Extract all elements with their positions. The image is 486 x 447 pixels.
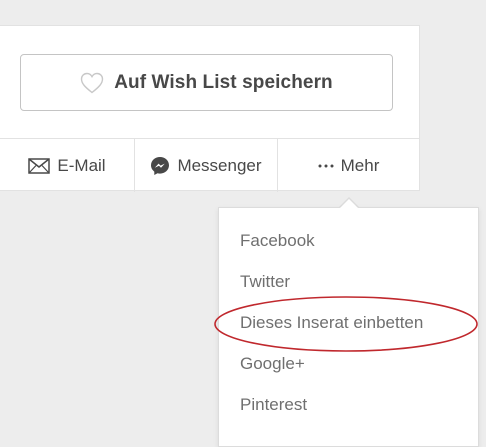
share-options-row: E-Mail Messenger Mehr: [0, 138, 419, 192]
save-to-wishlist-label: Auf Wish List speichern: [114, 71, 333, 93]
menu-item-twitter[interactable]: Twitter: [240, 270, 423, 311]
heart-outline-icon: [80, 72, 104, 94]
listing-share-card: Auf Wish List speichern E-Mail Messenger: [0, 25, 420, 192]
dropdown-caret-inner: [339, 199, 359, 209]
more-share-menu: Facebook Twitter Dieses Inserat einbette…: [240, 229, 423, 434]
menu-item-pinterest[interactable]: Pinterest: [240, 393, 423, 434]
menu-item-google-plus[interactable]: Google+: [240, 352, 423, 393]
more-share-dropdown: Facebook Twitter Dieses Inserat einbette…: [218, 207, 479, 447]
share-messenger-label: Messenger: [177, 155, 262, 175]
share-email-label: E-Mail: [57, 155, 106, 175]
envelope-icon: [28, 157, 51, 174]
share-messenger-button[interactable]: Messenger: [135, 139, 278, 192]
save-to-wishlist-button[interactable]: Auf Wish List speichern: [20, 54, 393, 111]
share-more-label: Mehr: [340, 155, 380, 175]
share-more-button[interactable]: Mehr: [278, 139, 419, 192]
ellipsis-icon: [318, 163, 334, 169]
menu-item-facebook[interactable]: Facebook: [240, 229, 423, 270]
menu-item-embed-listing[interactable]: Dieses Inserat einbetten: [240, 311, 423, 352]
share-email-button[interactable]: E-Mail: [0, 139, 135, 192]
messenger-icon: [150, 156, 170, 176]
